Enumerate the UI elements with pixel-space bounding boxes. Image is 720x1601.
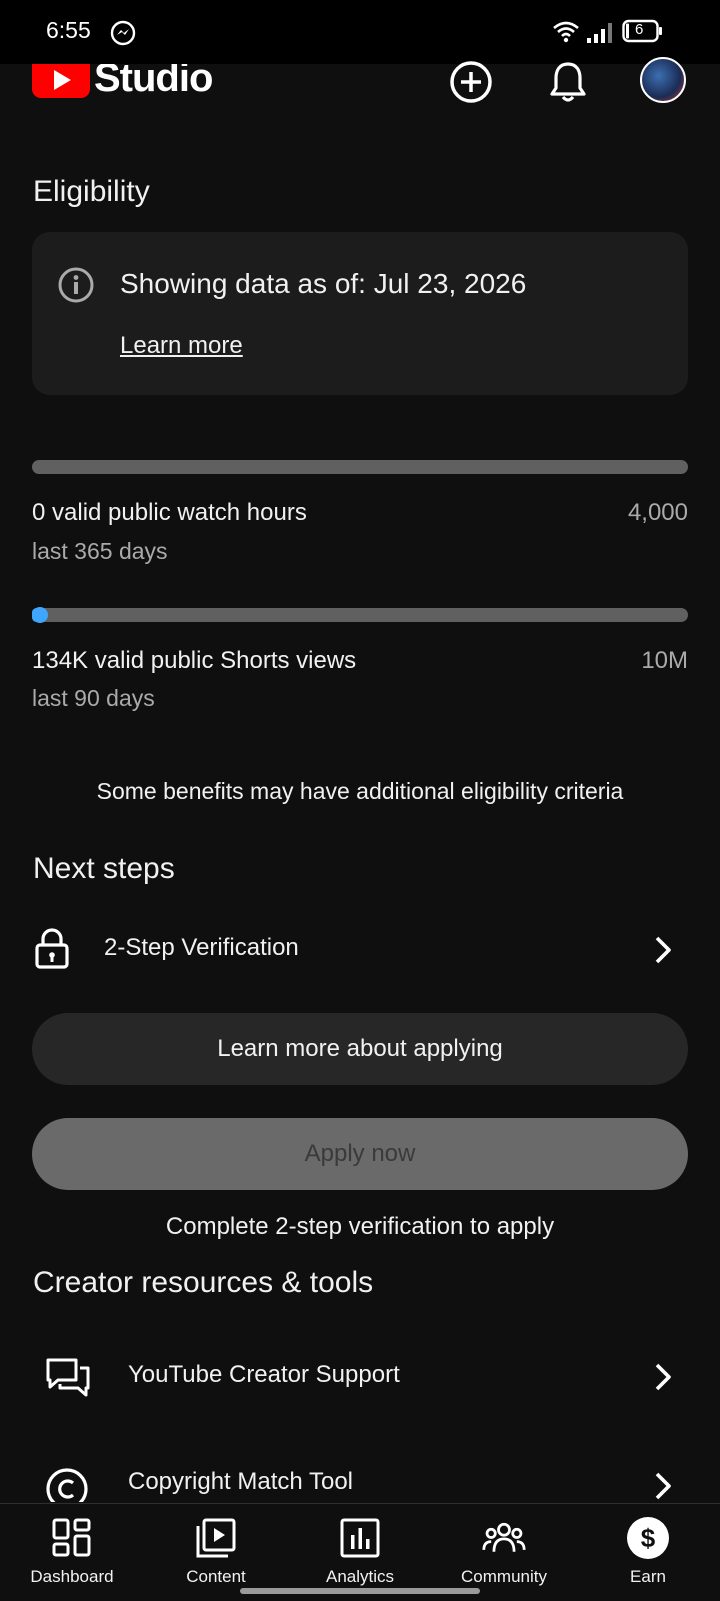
nav-analytics[interactable]: Analytics (288, 1504, 432, 1601)
benefits-note: Some benefits may have additional eligib… (96, 778, 624, 804)
community-icon (482, 1516, 526, 1560)
status-bar-backdrop: 6:55 6 (0, 0, 720, 64)
two-step-verification-label: 2-Step Verification (104, 934, 299, 961)
chevron-right-icon (652, 1361, 674, 1398)
chevron-right-icon (652, 1470, 674, 1502)
svg-text:$: $ (641, 1523, 656, 1553)
creator-support-row[interactable]: YouTube Creator Support (0, 1344, 720, 1414)
nav-dashboard[interactable]: Dashboard (0, 1504, 144, 1601)
nav-content[interactable]: Content (144, 1504, 288, 1601)
avatar[interactable] (640, 57, 686, 103)
nav-analytics-label: Analytics (325, 1567, 395, 1586)
eligibility-title: Eligibility (33, 175, 150, 208)
dashboard-icon (50, 1516, 94, 1560)
nav-content-label: Content (186, 1567, 246, 1586)
create-button[interactable] (447, 58, 495, 106)
copyright-match-label: Copyright Match Tool (128, 1468, 353, 1495)
watch-hours-label: 0 valid public watch hours (32, 499, 307, 526)
info-icon (57, 266, 95, 309)
add-circle-icon (450, 61, 492, 103)
resources-title: Creator resources & tools (33, 1266, 374, 1299)
apply-note: Complete 2-step verification to apply (165, 1213, 555, 1240)
earn-icon: $ (626, 1516, 670, 1560)
info-card (32, 232, 688, 395)
creator-support-label: YouTube Creator Support (128, 1361, 400, 1388)
watch-hours-target: 4,000 (627, 499, 688, 526)
shorts-views-label: 134K valid public Shorts views (32, 647, 357, 674)
home-indicator[interactable] (240, 1588, 480, 1594)
copyright-match-row[interactable]: Copyright Match Tool (0, 1462, 720, 1502)
lock-icon (34, 927, 70, 974)
content-icon (194, 1516, 238, 1560)
nav-community-label: Community (461, 1567, 547, 1586)
chevron-right-icon (652, 934, 674, 971)
learn-more-link[interactable]: Learn more (120, 332, 243, 360)
nav-dashboard-label: Dashboard (30, 1567, 114, 1586)
battery-icon: 6 (622, 19, 664, 48)
data-date-text: Showing data as of: Jul 23, 2026 (120, 268, 527, 299)
apply-now-button[interactable]: Apply now (32, 1118, 688, 1190)
shorts-views-target: 10M (641, 647, 688, 674)
signal-icon (586, 22, 614, 49)
bottom-nav: Dashboard Content Analytics Community $ … (0, 1503, 720, 1601)
notifications-button[interactable] (544, 58, 592, 106)
bell-icon (550, 62, 586, 102)
battery-level: 6 (635, 21, 644, 38)
copyright-icon (44, 1466, 90, 1502)
shorts-views-progress-dot (32, 607, 48, 623)
watch-hours-period: last 365 days (32, 538, 168, 564)
nav-earn[interactable]: $ Earn (576, 1504, 720, 1601)
status-time: 6:55 (46, 17, 91, 43)
nav-earn-label: Earn (630, 1567, 666, 1586)
shorts-views-progress (32, 607, 688, 623)
chat-icon (44, 1356, 92, 1407)
learn-more-applying-button[interactable]: Learn more about applying (32, 1013, 688, 1085)
shorts-views-period: last 90 days (32, 685, 155, 711)
nav-community[interactable]: Community (432, 1504, 576, 1601)
next-steps-title: Next steps (33, 852, 175, 885)
two-step-verification-row[interactable]: 2-Step Verification (0, 917, 720, 987)
watch-hours-progress (32, 460, 688, 474)
messenger-icon (110, 20, 136, 51)
analytics-icon (338, 1516, 382, 1560)
wifi-icon (552, 20, 580, 49)
youtube-logo-icon (32, 64, 90, 98)
